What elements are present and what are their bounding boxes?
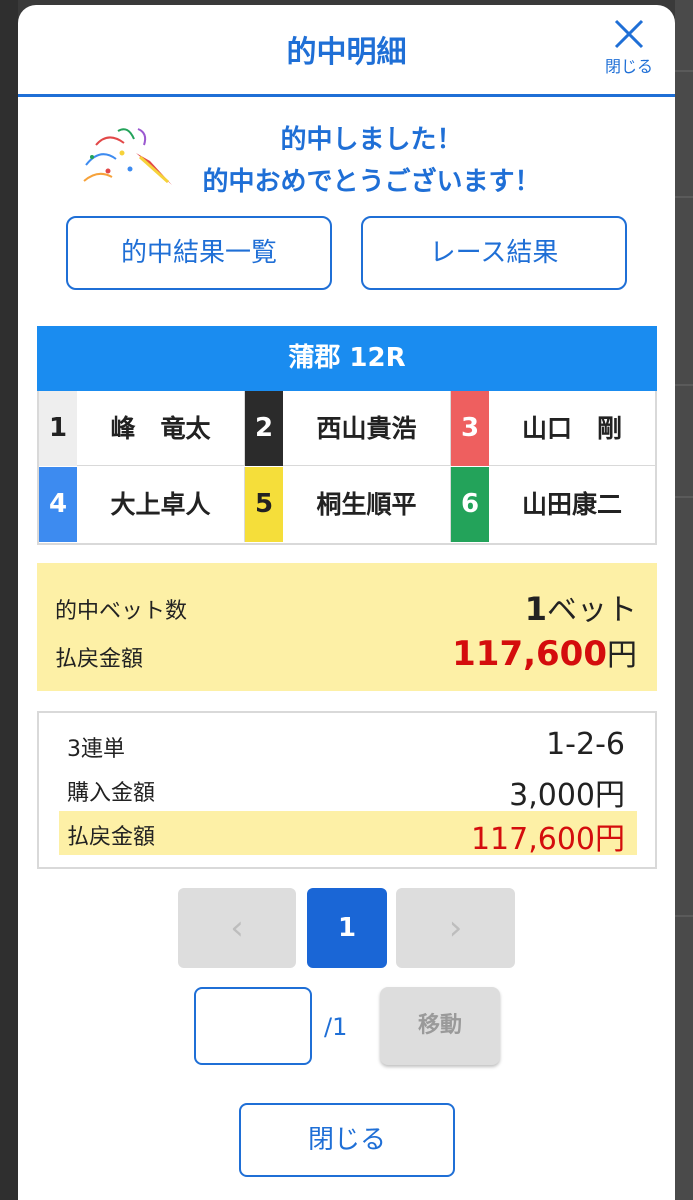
racer-name: 西山貴浩 [316,414,417,443]
racer-cell: 5 桐生順平 [245,467,451,542]
backdrop-right [675,0,693,1200]
backdrop-divider [675,384,693,386]
prev-page-button[interactable]: ‹ [178,888,296,968]
racer-cell: 6 山田康二 [451,467,655,542]
page-number-input[interactable] [194,987,312,1065]
racer-cell: 3 山口 剛 [451,391,655,466]
payout-unit: 円 [607,638,637,673]
congrats-line-2: 的中おめでとうございます！ [202,167,541,197]
racer-number: 1 [39,391,77,466]
racer-name: 桐生順平 [316,490,417,519]
racer-number: 5 [245,467,283,542]
racer-number: 3 [451,391,489,466]
bet-count-label: 的中ベット数 [55,599,188,624]
bet-count-unit: ベット [547,593,637,628]
page-total: /1 [324,1013,348,1041]
purchase-label: 購入金額 [67,781,156,806]
backdrop-divider [675,196,693,198]
backdrop-divider [675,915,693,917]
backdrop-divider [675,70,693,72]
modal-title: 的中明細 [286,35,407,70]
congrats-message: 的中しました！ 的中おめでとうございます！ [178,119,565,203]
racer-grid: 1 峰 竜太 2 西山貴浩 3 山口 剛 4 大上卓人 5 桐生順平 6 山田康… [37,391,657,545]
chevron-left-icon: ‹ [230,908,244,948]
congrats-section: 的中しました！ 的中おめでとうございます！ [18,117,675,207]
page-1-button[interactable]: 1 [307,888,387,968]
payout-label: 払戻金額 [55,647,144,672]
racer-name: 山田康二 [521,490,622,519]
racer-cell: 2 西山貴浩 [245,391,451,466]
detail-payout-value: 117,600円 [470,822,625,857]
racer-cell: 1 峰 竜太 [39,391,245,466]
move-button[interactable]: 移動 [380,987,500,1065]
racer-number: 4 [39,467,77,542]
purchase-value: 3,000円 [509,778,625,813]
backdrop-divider [675,496,693,498]
racer-number: 2 [245,391,283,466]
racer-name: 大上卓人 [110,490,211,519]
racer-name: 峰 竜太 [110,414,211,443]
racer-name: 山口 剛 [521,414,622,443]
close-button[interactable]: 閉じる [597,17,661,87]
payout-value: 117,600円 [452,630,637,674]
modal-header: 的中明細 閉じる [18,5,675,97]
race-title: 蒲郡 12R [37,326,657,391]
racer-number: 6 [451,467,489,542]
close-footer-button[interactable]: 閉じる [239,1103,455,1177]
detail-payout-label: 払戻金額 [67,825,156,850]
congrats-line-1: 的中しました！ [280,125,463,155]
hit-detail-modal: 的中明細 閉じる 的中しました！ 的中おめでとうございます！ 的中結果一覧 レー… [18,5,675,1200]
next-page-button[interactable]: › [396,888,515,968]
bet-detail: 3連単 1-2-6 購入金額 3,000円 払戻金額 117,600円 [37,711,657,869]
racer-cell: 4 大上卓人 [39,467,245,542]
close-label: 閉じる [604,57,653,76]
payout-amount: 117,600 [452,634,607,674]
bet-count-number: 1 [524,590,547,628]
race-result-button[interactable]: レース結果 [361,216,627,290]
party-popper-icon [83,128,172,185]
backdrop-left [0,0,18,1200]
hit-summary: 的中ベット数 1ベット 払戻金額 117,600円 [37,563,657,691]
chevron-right-icon: › [448,908,463,948]
close-icon [614,19,644,49]
bet-type-label: 3連単 [67,737,125,762]
bet-combination: 1-2-6 [546,727,625,762]
hit-list-button[interactable]: 的中結果一覧 [66,216,332,290]
bet-count-value: 1ベット [525,585,637,629]
